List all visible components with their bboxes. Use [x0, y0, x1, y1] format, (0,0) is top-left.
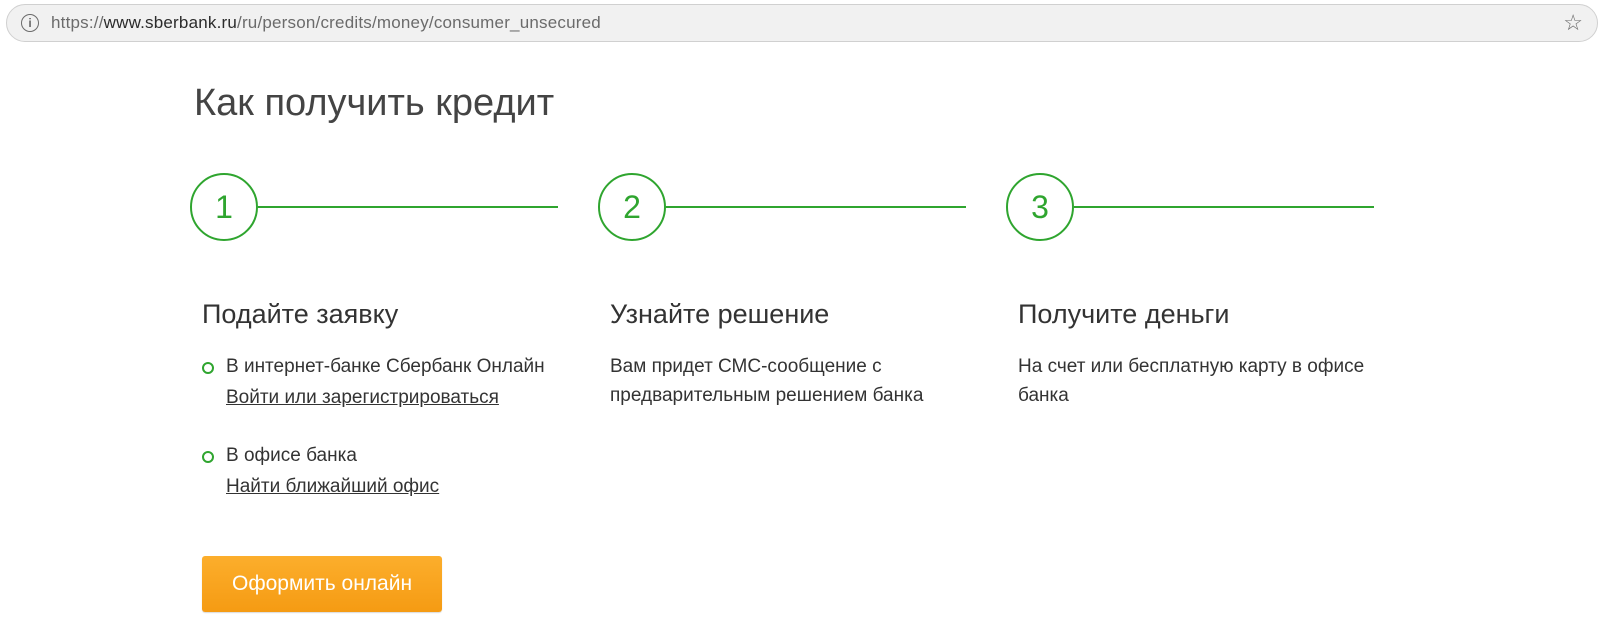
step-title: Узнайте решение — [610, 299, 966, 330]
info-icon[interactable]: i — [21, 14, 39, 32]
apply-online-button[interactable]: Оформить онлайн — [202, 556, 442, 612]
step-connector-line — [1074, 206, 1374, 208]
page-title: Как получить кредит — [194, 82, 1414, 125]
step-description: Вам придет СМС-сообщение с предварительн… — [610, 352, 966, 411]
url-host: www.sberbank.ru — [104, 13, 237, 32]
step-description: На счет или бесплатную карту в офисе бан… — [1018, 352, 1374, 411]
login-register-link[interactable]: Войти или зарегистрироваться — [226, 383, 499, 412]
step-3: 3 Получите деньги На счет или бесплатную… — [1006, 173, 1414, 612]
step-2: 2 Узнайте решение Вам придет СМС-сообщен… — [598, 173, 1006, 612]
step-title: Подайте заявку — [202, 299, 558, 330]
url-path: /ru/person/credits/money/consumer_unsecu… — [237, 13, 601, 32]
step-1: 1 Подайте заявку В интернет-банке Сберба… — [190, 173, 598, 612]
url-proto: https:// — [51, 13, 104, 32]
step-title: Получите деньги — [1018, 299, 1374, 330]
list-item-text: В офисе банка — [226, 445, 357, 466]
step-head: 2 — [598, 173, 966, 241]
steps-row: 1 Подайте заявку В интернет-банке Сберба… — [190, 173, 1414, 612]
list-item: В интернет-банке Сбербанк Онлайн Войти и… — [202, 352, 558, 413]
step-number-circle: 3 — [1006, 173, 1074, 241]
list-item: В офисе банка Найти ближайший офис — [202, 441, 558, 502]
page-content: Как получить кредит 1 Подайте заявку В и… — [182, 42, 1422, 642]
step-head: 1 — [190, 173, 558, 241]
find-office-link[interactable]: Найти ближайший офис — [226, 472, 439, 501]
step-connector-line — [258, 206, 558, 208]
list-item-text: В интернет-банке Сбербанк Онлайн — [226, 356, 545, 377]
bookmark-star-icon[interactable]: ☆ — [1563, 10, 1583, 36]
step-options-list: В интернет-банке Сбербанк Онлайн Войти и… — [202, 352, 558, 502]
address-bar[interactable]: i https://www.sberbank.ru/ru/person/cred… — [6, 4, 1598, 42]
step-number-circle: 1 — [190, 173, 258, 241]
url-text: https://www.sberbank.ru/ru/person/credit… — [51, 13, 1553, 33]
step-head: 3 — [1006, 173, 1374, 241]
step-connector-line — [666, 206, 966, 208]
step-number-circle: 2 — [598, 173, 666, 241]
